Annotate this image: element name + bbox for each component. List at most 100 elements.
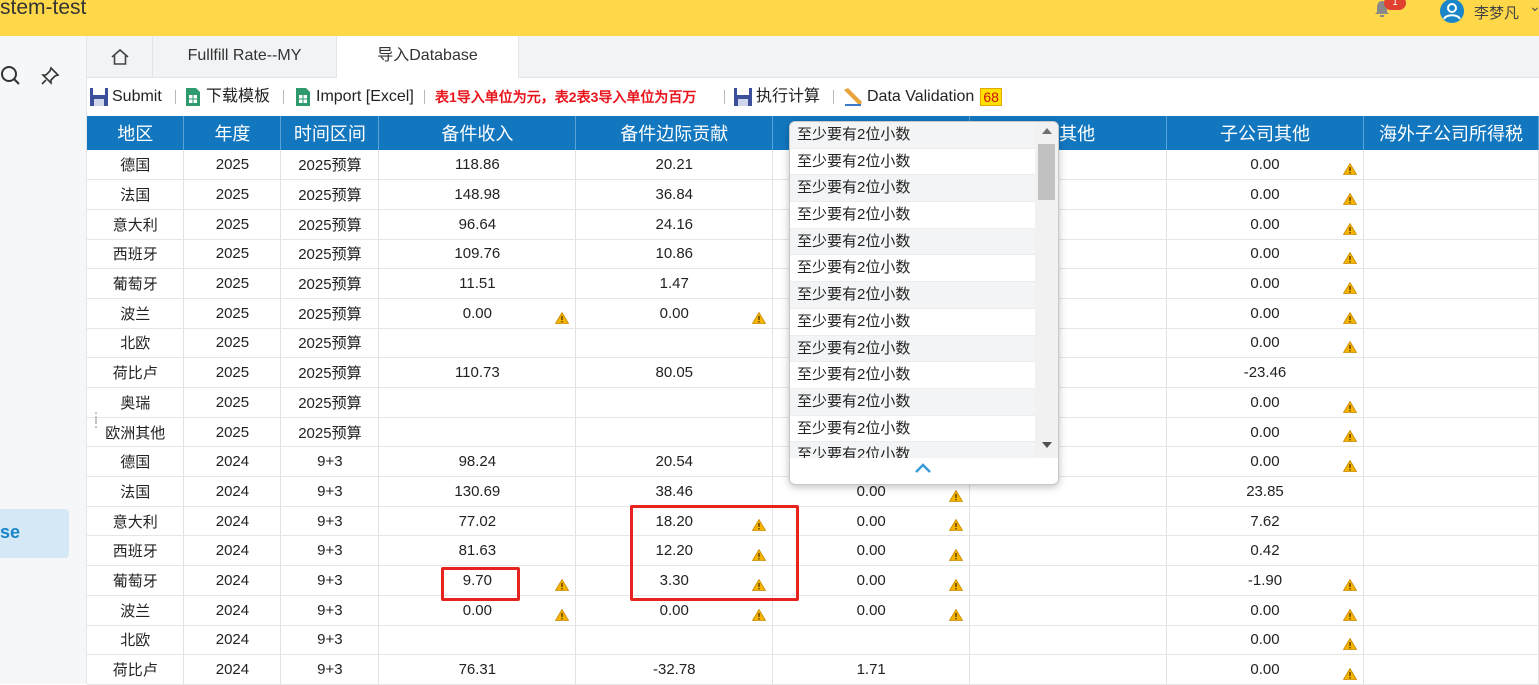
cell-subsidiary-other[interactable]: 0.00 bbox=[1166, 328, 1364, 359]
cell-year[interactable]: 2024 bbox=[183, 595, 282, 626]
cell-overseas-tax[interactable] bbox=[1363, 209, 1539, 240]
cell-subsidiary-other[interactable]: 0.42 bbox=[1166, 535, 1364, 567]
cell-subsidiary-other[interactable]: 0.00 bbox=[1166, 298, 1364, 329]
cell-year[interactable]: 2024 bbox=[183, 565, 282, 596]
cell-period[interactable]: 9+3 bbox=[280, 654, 380, 685]
cell-parts-income[interactable]: 130.69 bbox=[378, 476, 577, 507]
cell-hidden[interactable] bbox=[772, 625, 971, 656]
cell-parts-income[interactable]: 0.00 bbox=[378, 298, 577, 329]
validation-message-item[interactable]: 至少要有2位小数 bbox=[790, 442, 1035, 458]
cell-subsidiary-other[interactable]: 0.00 bbox=[1166, 654, 1364, 685]
cell-overseas-tax[interactable] bbox=[1363, 357, 1539, 388]
cell-parts-income[interactable]: 118.86 bbox=[378, 150, 577, 181]
column-header-parts-income[interactable]: 备件收入 bbox=[378, 116, 577, 150]
validation-message-item[interactable]: 至少要有2位小数 bbox=[790, 149, 1035, 176]
scrollbar[interactable] bbox=[1035, 122, 1058, 458]
cell-year[interactable]: 2025 bbox=[183, 268, 282, 299]
drag-handle-icon[interactable]: ⋮ ⋮ bbox=[90, 411, 102, 429]
cell-parts-margin[interactable] bbox=[575, 417, 774, 448]
cell-region[interactable]: 北欧 bbox=[87, 328, 185, 359]
cell-year[interactable]: 2024 bbox=[183, 654, 282, 685]
cell-parts-margin[interactable]: -32.78 bbox=[575, 654, 774, 685]
cell-parts-income[interactable]: 77.02 bbox=[378, 506, 577, 537]
column-header-overseas-tax[interactable]: 海外子公司所得税 bbox=[1363, 116, 1539, 150]
cell-parts-income[interactable]: 76.31 bbox=[378, 654, 577, 685]
warning-icon[interactable] bbox=[1342, 281, 1357, 294]
cell-region[interactable]: 波兰 bbox=[87, 298, 185, 329]
cell-parts-margin[interactable]: 1.47 bbox=[575, 268, 774, 299]
cell-region[interactable]: 波兰 bbox=[87, 595, 185, 626]
cell-parts-margin[interactable] bbox=[575, 387, 774, 418]
cell-year[interactable]: 2025 bbox=[183, 239, 282, 270]
cell-year[interactable]: 2025 bbox=[183, 209, 282, 240]
data-validation-button[interactable]: Data Validation 68 bbox=[842, 86, 1002, 108]
cell-overseas-tax[interactable] bbox=[1363, 179, 1539, 210]
cell-region[interactable]: 荷比卢 bbox=[87, 654, 185, 685]
scroll-up-icon[interactable] bbox=[1042, 128, 1052, 134]
cell-subsidiary-other[interactable]: 0.00 bbox=[1166, 268, 1364, 299]
cell-overseas-tax[interactable] bbox=[1363, 239, 1539, 270]
cell-subsidiary-other[interactable]: -23.46 bbox=[1166, 357, 1364, 388]
username[interactable]: 李梦凡 bbox=[1474, 2, 1519, 23]
cell-region[interactable]: 葡萄牙 bbox=[87, 565, 185, 596]
cell-parts-margin[interactable]: 20.21 bbox=[575, 150, 774, 181]
cell-parts-margin[interactable] bbox=[575, 625, 774, 656]
warning-icon[interactable] bbox=[555, 608, 570, 621]
cell-period[interactable]: 9+3 bbox=[280, 476, 380, 507]
warning-icon[interactable] bbox=[1342, 578, 1357, 591]
warning-icon[interactable] bbox=[1342, 222, 1357, 235]
cell-parts-margin[interactable]: 38.46 bbox=[575, 476, 774, 507]
validation-message-item[interactable]: 至少要有2位小数 bbox=[790, 335, 1035, 363]
cell-year[interactable]: 2024 bbox=[183, 625, 282, 656]
cell-parts-margin[interactable]: 80.05 bbox=[575, 357, 774, 388]
pin-icon[interactable] bbox=[40, 66, 60, 86]
cell-period[interactable]: 2025预算 bbox=[280, 179, 380, 210]
column-header-subsidiary-other[interactable]: 子公司其他 bbox=[1166, 116, 1364, 150]
validation-message-item[interactable]: 至少要有2位小数 bbox=[790, 309, 1035, 336]
cell-region[interactable]: 德国 bbox=[87, 446, 185, 478]
cell-parts-margin[interactable]: 36.84 bbox=[575, 179, 774, 210]
cell-overseas-tax[interactable] bbox=[1363, 595, 1539, 626]
cell-overseas-tax[interactable] bbox=[1363, 476, 1539, 507]
cell-period[interactable]: 2025预算 bbox=[280, 357, 380, 388]
cell-parts-margin[interactable]: 0.00 bbox=[575, 298, 774, 329]
cell-overseas-tax[interactable] bbox=[1363, 625, 1539, 656]
warning-icon[interactable] bbox=[949, 578, 964, 591]
cell-subsidiary-other[interactable]: 0.00 bbox=[1166, 239, 1364, 270]
cell-period[interactable]: 2025预算 bbox=[280, 417, 380, 448]
cell-period[interactable]: 2025预算 bbox=[280, 150, 380, 181]
cell-parts-other[interactable] bbox=[969, 535, 1168, 567]
cell-year[interactable]: 2025 bbox=[183, 357, 282, 388]
warning-icon[interactable] bbox=[752, 311, 767, 324]
chevron-down-icon[interactable]: ⌄ bbox=[1529, 0, 1539, 15]
cell-period[interactable]: 2025预算 bbox=[280, 209, 380, 240]
cell-parts-income[interactable] bbox=[378, 417, 577, 448]
cell-subsidiary-other[interactable]: 0.00 bbox=[1166, 625, 1364, 656]
sidebar-item-active[interactable]: se bbox=[0, 509, 69, 558]
warning-icon[interactable] bbox=[1342, 400, 1357, 413]
cell-parts-margin[interactable] bbox=[575, 328, 774, 359]
validation-message-item[interactable]: 至少要有2位小数 bbox=[790, 255, 1035, 283]
cell-overseas-tax[interactable] bbox=[1363, 565, 1539, 596]
cell-parts-other[interactable] bbox=[969, 565, 1168, 596]
cell-subsidiary-other[interactable]: 0.00 bbox=[1166, 179, 1364, 210]
cell-parts-other[interactable] bbox=[969, 506, 1168, 537]
validation-message-item[interactable]: 至少要有2位小数 bbox=[790, 416, 1035, 443]
warning-icon[interactable] bbox=[1342, 667, 1357, 680]
cell-year[interactable]: 2025 bbox=[183, 150, 282, 181]
cell-year[interactable]: 2024 bbox=[183, 506, 282, 537]
cell-period[interactable]: 9+3 bbox=[280, 535, 380, 567]
cell-overseas-tax[interactable] bbox=[1363, 387, 1539, 418]
cell-year[interactable]: 2025 bbox=[183, 417, 282, 448]
warning-icon[interactable] bbox=[1342, 608, 1357, 621]
cell-parts-income[interactable]: 11.51 bbox=[378, 268, 577, 299]
cell-parts-income[interactable]: 81.63 bbox=[378, 535, 577, 567]
cell-parts-income[interactable]: 148.98 bbox=[378, 179, 577, 210]
cell-parts-income[interactable]: 96.64 bbox=[378, 209, 577, 240]
validation-message-item[interactable]: 至少要有2位小数 bbox=[790, 282, 1035, 309]
cell-subsidiary-other[interactable]: 0.00 bbox=[1166, 446, 1364, 478]
cell-period[interactable]: 9+3 bbox=[280, 595, 380, 626]
cell-subsidiary-other[interactable]: 0.00 bbox=[1166, 209, 1364, 240]
cell-period[interactable]: 9+3 bbox=[280, 506, 380, 537]
validation-message-item[interactable]: 至少要有2位小数 bbox=[790, 388, 1035, 416]
